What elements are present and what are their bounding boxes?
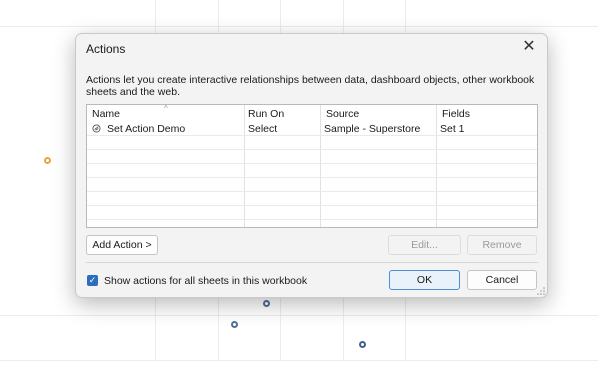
data-point-mark[interactable] xyxy=(44,157,51,164)
cell-source: Sample - Superstore xyxy=(324,123,421,135)
cell-name: Set Action Demo xyxy=(92,123,185,135)
action-name-text: Set Action Demo xyxy=(107,123,186,135)
actions-dialog: Actions ✕ Actions let you create interac… xyxy=(75,33,548,298)
add-action-button[interactable]: Add Action > xyxy=(86,235,158,255)
empty-row xyxy=(87,150,537,164)
empty-row xyxy=(87,178,537,192)
column-header-name[interactable]: Name xyxy=(92,108,120,120)
dialog-description: Actions let you create interactive relat… xyxy=(86,74,535,98)
empty-row xyxy=(87,192,537,206)
data-point-mark[interactable] xyxy=(263,300,270,307)
empty-row xyxy=(87,136,537,150)
column-header-fields[interactable]: Fields xyxy=(442,108,470,120)
dialog-title: Actions xyxy=(86,42,126,56)
table-header: ^ Name Run On Source Fields xyxy=(87,105,537,121)
grid-line xyxy=(0,360,598,361)
edit-button[interactable]: Edit... xyxy=(388,235,461,255)
close-icon[interactable]: ✕ xyxy=(521,39,537,55)
ok-button[interactable]: OK xyxy=(389,270,460,290)
empty-row xyxy=(87,164,537,178)
actions-table: ^ Name Run On Source Fields Set Action D… xyxy=(86,104,538,228)
divider xyxy=(86,262,538,263)
data-point-mark[interactable] xyxy=(359,341,366,348)
cell-fields: Set 1 xyxy=(440,123,465,135)
column-header-source[interactable]: Source xyxy=(326,108,359,120)
grid-line xyxy=(0,26,598,27)
sort-ascending-icon[interactable]: ^ xyxy=(164,105,168,113)
data-point-mark[interactable] xyxy=(231,321,238,328)
show-all-sheets-checkbox[interactable]: ✓ xyxy=(87,275,98,286)
show-all-sheets-label: Show actions for all sheets in this work… xyxy=(104,275,308,287)
remove-button[interactable]: Remove xyxy=(467,235,537,255)
cell-run-on: Select xyxy=(248,123,278,135)
empty-row xyxy=(87,206,537,220)
grid-line xyxy=(0,315,598,316)
table-row[interactable]: Set Action Demo Select Sample - Supersto… xyxy=(87,122,537,136)
cancel-button[interactable]: Cancel xyxy=(467,270,537,290)
resize-grip-icon[interactable] xyxy=(537,287,545,295)
set-action-icon xyxy=(92,124,101,133)
column-header-run-on[interactable]: Run On xyxy=(248,108,284,120)
